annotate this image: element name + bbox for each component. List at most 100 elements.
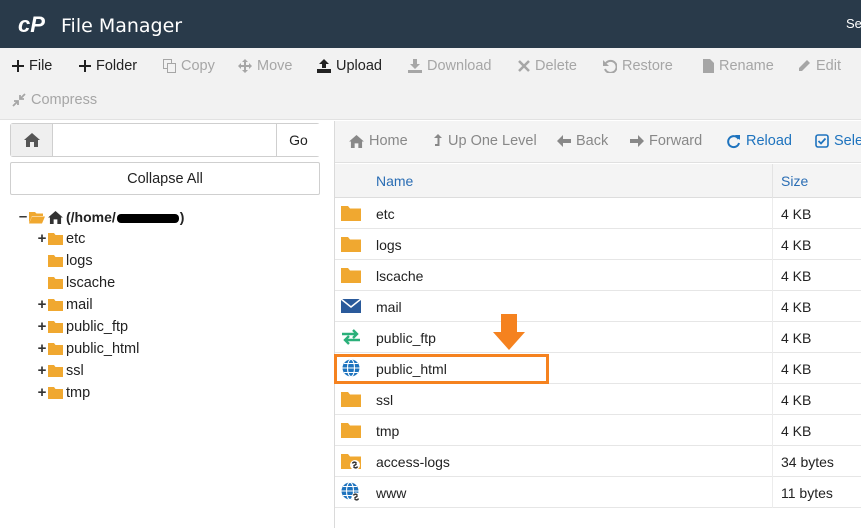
upload-icon (317, 59, 331, 73)
folder-icon (48, 387, 63, 399)
path-bar: Go (10, 123, 320, 157)
file-icon (703, 59, 714, 73)
home-icon (23, 133, 40, 147)
new-file-button[interactable]: File (12, 58, 52, 74)
tree-item-tmp[interactable]: + tmp (37, 383, 91, 403)
navigation-bar: Home Up One Level Back Forward Reload Se… (335, 121, 861, 163)
globe-icon (342, 358, 360, 378)
collapse-all-button[interactable]: Collapse All (10, 162, 320, 195)
folder-link-icon (341, 454, 361, 470)
tree-item-lscache[interactable]: lscache (37, 273, 115, 293)
arrow-down-icon (493, 314, 525, 350)
table-row[interactable]: mail 4 KB (335, 291, 861, 322)
select-all-button[interactable]: Selec (815, 133, 861, 149)
folder-icon (48, 343, 63, 355)
folder-icon (48, 299, 63, 311)
refresh-icon (727, 134, 740, 148)
svg-text:cP: cP (18, 12, 45, 37)
expand-toggle-icon[interactable]: + (37, 339, 47, 359)
globe-link-icon (341, 482, 361, 502)
folder-icon (48, 321, 63, 333)
top-bar: cP File Manager Se (0, 0, 861, 48)
path-input[interactable] (54, 124, 276, 156)
folder-icon (48, 365, 63, 377)
folder-icon (341, 268, 361, 283)
compress-icon (12, 93, 26, 107)
home-path-button[interactable] (11, 124, 53, 156)
column-header-size[interactable]: Size (781, 173, 808, 189)
pencil-icon (799, 60, 810, 71)
folder-icon (341, 392, 361, 407)
table-row[interactable]: access-logs 34 bytes (335, 446, 861, 477)
folder-icon (341, 423, 361, 438)
left-panel: Go Collapse All – (/home/) + etc logs ls… (0, 121, 330, 528)
tree-item-mail[interactable]: + mail (37, 295, 93, 315)
app-title: File Manager (61, 15, 183, 37)
expand-toggle-icon[interactable]: + (37, 295, 47, 315)
download-icon (408, 59, 422, 73)
forward-button[interactable]: Forward (630, 133, 702, 149)
mail-icon (340, 298, 362, 313)
move-button[interactable]: Move (238, 58, 292, 74)
reload-button[interactable]: Reload (726, 133, 792, 149)
toolbar: File Folder Copy Move Upload Download De… (0, 48, 861, 120)
close-icon (518, 60, 530, 72)
go-button[interactable]: Go (276, 124, 320, 156)
folder-icon (341, 237, 361, 252)
tree-item-etc[interactable]: + etc (37, 229, 86, 249)
back-button[interactable]: Back (557, 133, 608, 149)
delete-button[interactable]: Delete (518, 58, 577, 74)
up-one-level-button[interactable]: Up One Level (433, 133, 537, 149)
folder-icon (341, 206, 361, 221)
expand-toggle-icon[interactable]: + (37, 317, 47, 337)
redacted-username (116, 213, 179, 223)
plus-icon (79, 60, 91, 72)
restore-button[interactable]: Restore (603, 58, 673, 74)
plus-icon (12, 60, 24, 72)
edit-button[interactable]: Edit (797, 58, 841, 74)
tree-item-logs[interactable]: logs (37, 251, 93, 271)
rename-button[interactable]: Rename (703, 58, 774, 74)
column-header-name[interactable]: Name (376, 173, 413, 189)
cpanel-logo-icon: cP (18, 12, 45, 37)
table-row[interactable]: public_ftp 4 KB (335, 322, 861, 353)
table-row[interactable]: etc 4 KB (335, 198, 861, 229)
table-row[interactable]: logs 4 KB (335, 229, 861, 260)
collapse-toggle-icon[interactable]: – (18, 207, 28, 227)
copy-icon (163, 59, 176, 73)
expand-toggle-icon[interactable]: + (37, 361, 47, 381)
compress-button[interactable]: Compress (12, 92, 97, 108)
home-icon (48, 210, 63, 224)
header-right-text[interactable]: Se (846, 16, 861, 31)
table-row[interactable]: lscache 4 KB (335, 260, 861, 291)
transfer-icon (342, 329, 360, 345)
arrow-left-icon (557, 135, 571, 147)
folder-icon (48, 255, 63, 267)
checkbox-icon (815, 134, 829, 148)
upload-button[interactable]: Upload (317, 58, 382, 74)
nav-home-button[interactable]: Home (349, 133, 408, 149)
tree-root[interactable]: – (/home/) (18, 207, 185, 227)
folder-icon (48, 233, 63, 245)
home-icon (349, 134, 364, 148)
tree-item-public-ftp[interactable]: + public_ftp (37, 317, 128, 337)
tree-item-public-html[interactable]: + public_html (37, 339, 140, 359)
table-row[interactable]: tmp 4 KB (335, 415, 861, 446)
move-icon (238, 59, 252, 73)
copy-button[interactable]: Copy (163, 58, 215, 74)
undo-icon (603, 59, 617, 73)
file-table-header: Name Size (335, 164, 861, 198)
tree-item-ssl[interactable]: + ssl (37, 361, 84, 381)
open-folder-icon (29, 211, 45, 223)
new-folder-button[interactable]: Folder (79, 58, 137, 74)
table-row[interactable]: public_html 4 KB (335, 353, 861, 384)
arrow-right-icon (630, 135, 644, 147)
tree-root-label: (/home/) (66, 209, 185, 225)
expand-toggle-icon[interactable]: + (37, 383, 47, 403)
level-up-icon (434, 133, 442, 146)
table-row[interactable]: www 11 bytes (335, 477, 861, 508)
expand-toggle-icon[interactable]: + (37, 229, 47, 249)
folder-icon (48, 277, 63, 289)
download-button[interactable]: Download (408, 58, 492, 74)
table-row[interactable]: ssl 4 KB (335, 384, 861, 415)
